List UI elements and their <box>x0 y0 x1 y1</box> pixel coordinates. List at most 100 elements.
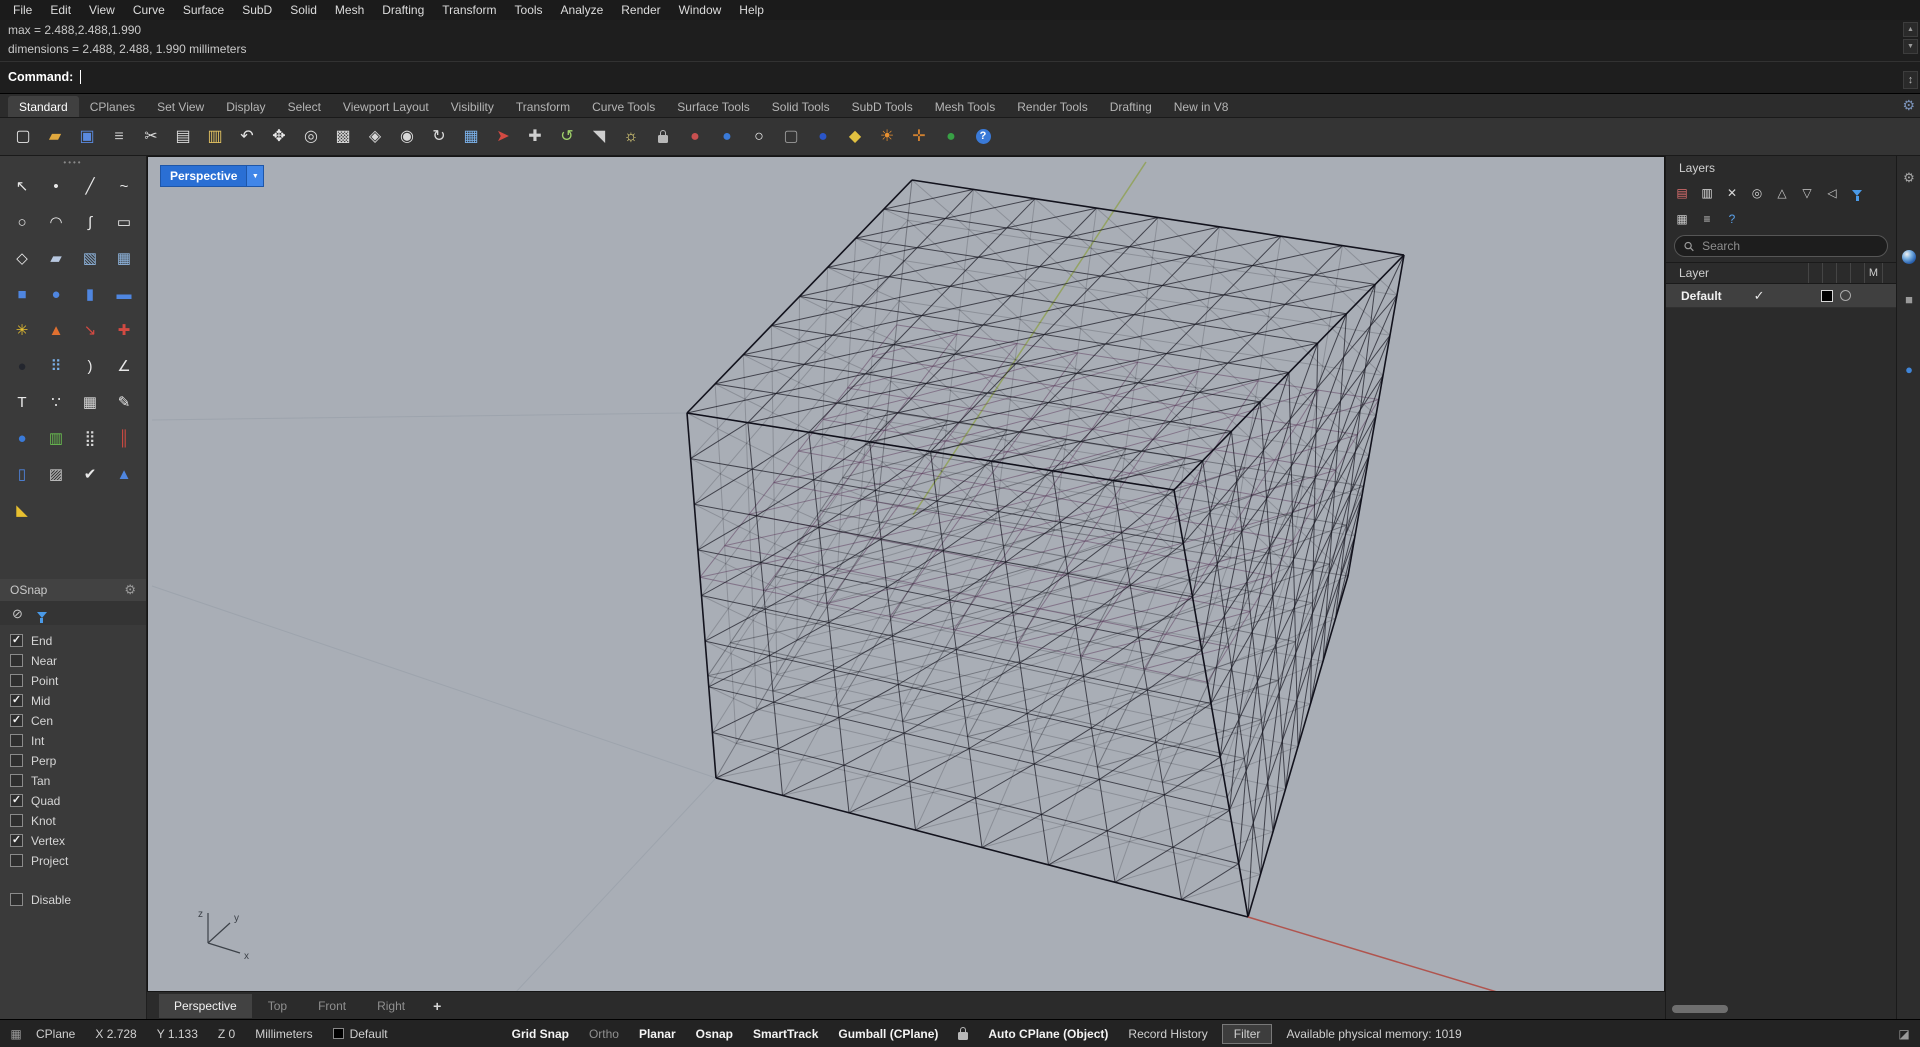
command-scrollbar[interactable]: ▲▼ <box>1903 22 1918 54</box>
ribbon-tab-standard[interactable]: Standard <box>8 96 79 117</box>
panel-settings-button[interactable]: ⚙ <box>1900 168 1918 186</box>
history-expand-button[interactable]: ↕ <box>1903 71 1918 89</box>
ribbon-tab-mesh-tools[interactable]: Mesh Tools <box>924 96 1006 117</box>
pencil-button[interactable]: ✎ <box>107 386 141 419</box>
cylinder-button[interactable]: ▮ <box>73 278 107 311</box>
array-grid-button[interactable]: ▦ <box>73 386 107 419</box>
tube-button[interactable]: ▯ <box>5 458 39 491</box>
layer-material-icon[interactable] <box>1840 290 1851 301</box>
menu-file[interactable]: File <box>4 0 41 20</box>
memory-readout[interactable]: Available physical memory: 1019 <box>1276 1027 1471 1041</box>
collapse-layers-button[interactable]: ◁ <box>1821 183 1843 203</box>
menu-render[interactable]: Render <box>612 0 669 20</box>
paste-button[interactable]: ▥ <box>200 122 230 152</box>
osnap-project-checkbox[interactable] <box>10 854 23 867</box>
new-layer-button[interactable]: ▤ <box>1671 183 1693 203</box>
ribbon-tab-viewport-layout[interactable]: Viewport Layout <box>332 96 440 117</box>
insert-button[interactable]: ↘ <box>73 314 107 347</box>
status-right-icon[interactable]: ◪ <box>1894 1028 1914 1040</box>
zoom-extents-button[interactable]: ◈ <box>360 122 390 152</box>
zoom-dynamic-button[interactable]: ◎ <box>296 122 326 152</box>
ribbon-tab-new-in-v8[interactable]: New in V8 <box>1163 96 1240 117</box>
wedge-button[interactable]: ◣ <box>5 494 39 527</box>
ribbon-tab-display[interactable]: Display <box>215 96 276 117</box>
coordinate-x[interactable]: X 2.728 <box>85 1027 146 1041</box>
cut-button[interactable]: ✂ <box>136 122 166 152</box>
help-button[interactable]: ? <box>968 122 998 152</box>
histogram-button[interactable]: ▥ <box>39 422 73 455</box>
menu-curve[interactable]: Curve <box>124 0 174 20</box>
explode-button[interactable]: ✳ <box>5 314 39 347</box>
osnap-mid[interactable]: Mid <box>10 692 136 709</box>
point-button[interactable]: • <box>39 170 73 203</box>
command-prompt-row[interactable]: Command: <box>0 61 1920 91</box>
extrude-button[interactable]: ▧ <box>73 242 107 275</box>
save-button[interactable]: ▣ <box>72 122 102 152</box>
menu-subd[interactable]: SubD <box>233 0 281 20</box>
ribbon-tab-visibility[interactable]: Visibility <box>440 96 505 117</box>
selection-filter-button[interactable]: ▢ <box>776 122 806 152</box>
osnap-vertex[interactable]: Vertex <box>10 832 136 849</box>
flame-button[interactable]: ▲ <box>39 314 73 347</box>
curve-handles-button[interactable]: ∫ <box>73 206 107 239</box>
gumball-tool-button[interactable]: ✛ <box>904 122 934 152</box>
sphere-button[interactable]: ● <box>39 278 73 311</box>
auto-cplane-toggle[interactable]: Auto CPlane (Object) <box>978 1027 1118 1041</box>
ribbon-tab-curve-tools[interactable]: Curve Tools <box>581 96 666 117</box>
osnap-perp-checkbox[interactable] <box>10 754 23 767</box>
rotate-button[interactable]: ↺ <box>552 122 582 152</box>
toolbar-grip[interactable]: •••• <box>0 160 146 168</box>
ribbon-tab-render-tools[interactable]: Render Tools <box>1006 96 1099 117</box>
polygon-button[interactable]: ◇ <box>5 242 39 275</box>
osnap-tan-checkbox[interactable] <box>10 774 23 787</box>
toolbar-settings-gear-button[interactable]: ⚙ <box>1902 97 1915 115</box>
record-history[interactable]: Record History <box>1118 1027 1217 1041</box>
undo-button[interactable]: ↶ <box>232 122 262 152</box>
control-point-curve-button[interactable]: ~ <box>107 170 141 203</box>
restore-view-button[interactable]: ➤ <box>488 122 518 152</box>
menu-help[interactable]: Help <box>730 0 773 20</box>
osnap-project[interactable]: Project <box>10 852 136 869</box>
osnap-disable-checkbox[interactable] <box>10 893 23 906</box>
osnap-int-checkbox[interactable] <box>10 734 23 747</box>
move-layer-up-button[interactable]: △ <box>1771 183 1793 203</box>
grid-snap-toggle[interactable]: Grid Snap <box>502 1027 579 1041</box>
column-chart-button[interactable]: ║ <box>107 422 141 455</box>
gumball-toggle[interactable]: Gumball (CPlane) <box>828 1027 948 1041</box>
swatch-panel-button[interactable]: ■ <box>1900 290 1918 308</box>
osnap-cen[interactable]: Cen <box>10 712 136 729</box>
perspective-viewport[interactable]: Perspective ▼ z y x <box>147 156 1665 992</box>
zoom-selected-button[interactable]: ◉ <box>392 122 422 152</box>
osnap-disable[interactable]: Disable <box>10 891 136 908</box>
command-area[interactable]: max = 2.488,2.488,1.990dimensions = 2.48… <box>0 20 1920 94</box>
menu-drafting[interactable]: Drafting <box>373 0 433 20</box>
layers-search[interactable] <box>1674 235 1888 257</box>
properties-panel-button[interactable]: ● <box>1900 360 1918 378</box>
polyline-button[interactable]: ╱ <box>73 170 107 203</box>
add-viewport-tab-button[interactable]: + <box>421 998 453 1014</box>
osnap-knot[interactable]: Knot <box>10 812 136 829</box>
paint-button[interactable]: ◆ <box>840 122 870 152</box>
units[interactable]: Millimeters <box>245 1027 322 1041</box>
rectangle-button[interactable]: ▭ <box>107 206 141 239</box>
rotate-view-button[interactable]: ↻ <box>424 122 454 152</box>
gear-icon[interactable]: ⚙ <box>124 583 136 597</box>
osnap-vertex-checkbox[interactable] <box>10 834 23 847</box>
earth-button[interactable]: ● <box>936 122 966 152</box>
material-ball-button[interactable]: ● <box>808 122 838 152</box>
circle-button[interactable]: ○ <box>5 206 39 239</box>
osnap-mid-checkbox[interactable] <box>10 694 23 707</box>
ribbon-tab-subd-tools[interactable]: SubD Tools <box>841 96 924 117</box>
print-button[interactable]: ≡ <box>104 122 134 152</box>
lock-button[interactable] <box>648 122 678 152</box>
new-file-button[interactable]: ▢ <box>8 122 38 152</box>
planar-toggle[interactable]: Planar <box>629 1027 686 1041</box>
osnap-int[interactable]: Int <box>10 732 136 749</box>
menu-solid[interactable]: Solid <box>281 0 326 20</box>
render-ball-button[interactable]: ● <box>5 422 39 455</box>
display-panel-button[interactable] <box>1900 248 1918 266</box>
box-button[interactable]: ■ <box>5 278 39 311</box>
osnap-state-button[interactable]: ⊘ <box>12 606 23 621</box>
osnap-end-checkbox[interactable] <box>10 634 23 647</box>
layers-hscrollbar[interactable] <box>1672 1005 1728 1013</box>
